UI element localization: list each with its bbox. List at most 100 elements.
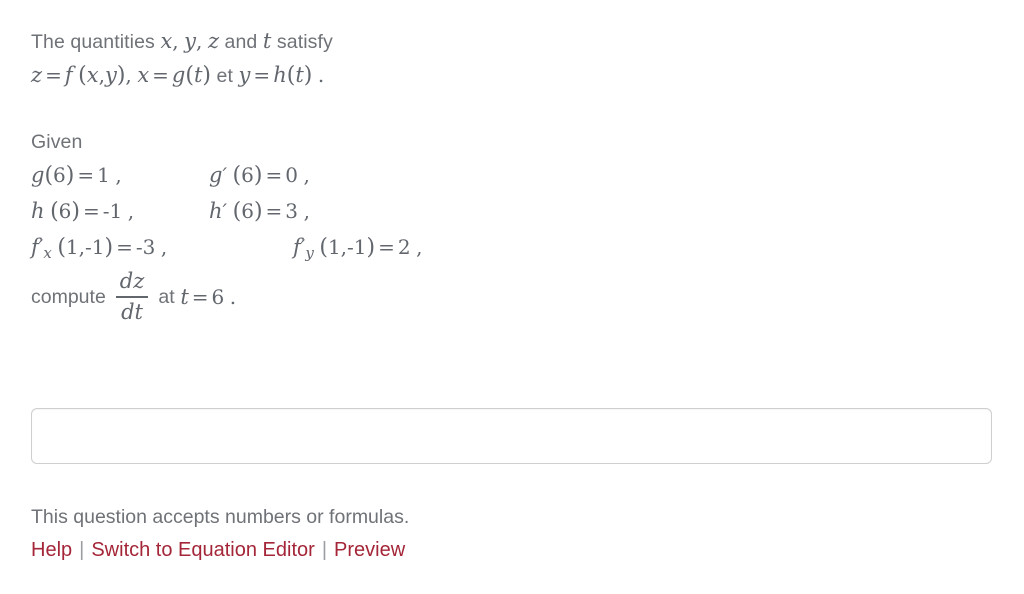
compute-at-value: 6 <box>211 285 225 309</box>
given-row: h (6) = -1 , h′ (6) = 3 , <box>31 193 991 229</box>
math-argument: 1,-1 <box>65 235 105 259</box>
math-arg-x-1: x <box>86 63 99 87</box>
math-x-lhs: x <box>137 63 150 87</box>
action-links-row: Help | Switch to Equation Editor | Preview <box>31 539 405 562</box>
statement-intro-text: The quantities <box>31 31 155 53</box>
math-equals: = <box>265 163 283 187</box>
statement-conjunction: and <box>224 31 258 53</box>
math-arg-t-2: t <box>295 63 304 87</box>
math-subscript: x <box>43 244 52 262</box>
math-argument: 6 <box>241 163 254 187</box>
math-open-paren: ( <box>319 235 328 260</box>
link-separator-1: | <box>79 539 85 561</box>
math-fn-name: g <box>209 163 223 187</box>
math-y-lhs: y <box>238 63 251 87</box>
math-arg-y-1: y <box>104 63 117 87</box>
math-close-paren: ) <box>366 235 376 260</box>
math-open-paren-2: ( <box>185 63 194 88</box>
math-equals: = <box>77 163 95 187</box>
compute-word: compute <box>31 285 106 308</box>
math-equals-1: = <box>45 63 62 87</box>
math-close-paren: ) <box>71 199 80 224</box>
math-value: 1 <box>97 163 110 187</box>
statement-verb: satisfy <box>276 31 333 53</box>
given-equation-right: g′ (6) = 0 , <box>209 157 310 196</box>
math-fn-name: h <box>31 199 45 223</box>
statement-period: . <box>317 63 325 87</box>
math-close-paren: ) <box>253 199 263 224</box>
given-equation-left: h (6) = -1 , <box>31 193 209 232</box>
answer-format-note: This question accepts numbers or formula… <box>31 506 410 528</box>
math-fn-name: g <box>31 163 45 187</box>
math-trailing-comma: , <box>416 235 423 259</box>
math-trailing-comma: , <box>115 163 122 187</box>
math-equals: = <box>265 199 283 223</box>
math-var-z: z <box>207 29 220 53</box>
given-block: Given g(6) = 1 , g′ (6) = 0 , h (6) = -1 , h′ (6… <box>31 128 991 265</box>
math-trailing-comma: , <box>303 163 310 187</box>
math-function-f: f <box>64 63 73 87</box>
math-value: 2 <box>397 235 411 259</box>
math-trailing-comma: , <box>160 235 168 259</box>
math-fn-name: f <box>293 235 301 259</box>
given-equation-left: g(6) = 1 , <box>31 157 209 196</box>
derivative-fraction: dz dt <box>115 268 149 326</box>
compute-at-equals: = <box>191 285 209 309</box>
math-z-lhs: z <box>31 63 43 87</box>
given-equation-right: f′y (1,-1) = 2 , <box>293 229 423 271</box>
math-value: -1 <box>102 199 123 223</box>
math-argument: 6 <box>53 163 66 187</box>
statement-line-2: z = f (x,y), x = g(t) et y = h(t) . <box>31 58 991 92</box>
question-page: The quantities x, y, z and t satisfy z = f… <box>0 0 1024 594</box>
math-close-paren: ) <box>104 235 114 260</box>
math-equals-3: = <box>253 63 271 87</box>
math-close-paren-2: ) <box>202 63 212 88</box>
switch-to-equation-editor-link[interactable]: Switch to Equation Editor <box>91 539 314 561</box>
given-label: Given <box>31 131 83 153</box>
fraction-denominator: dt <box>121 300 143 324</box>
math-var-y: y <box>184 29 197 53</box>
compute-at-variable: t <box>180 285 189 309</box>
math-open-paren: ( <box>232 163 242 188</box>
math-open-paren: ( <box>57 235 66 260</box>
statement-line-1: The quantities x, y, z and t satisfy <box>31 24 991 58</box>
preview-link[interactable]: Preview <box>334 539 405 561</box>
math-equals: = <box>82 199 100 223</box>
compute-at-word: at <box>158 285 175 308</box>
given-equation-right: h′ (6) = 3 , <box>209 193 310 232</box>
math-function-h: h <box>273 63 287 87</box>
statement-et-word: et <box>216 65 234 87</box>
compute-period: . <box>229 285 237 309</box>
fraction-numerator: dz <box>119 269 145 293</box>
math-open-paren: ( <box>44 163 54 188</box>
math-argument: 6 <box>241 199 254 223</box>
math-fn-name: f <box>31 235 39 259</box>
answer-input[interactable] <box>31 408 992 464</box>
math-trailing-comma: , <box>303 199 310 223</box>
math-open-paren: ( <box>232 199 242 224</box>
math-trailing-comma: , <box>127 199 135 223</box>
link-separator-2: | <box>321 539 328 561</box>
math-value: -3 <box>135 235 156 259</box>
math-equals-2: = <box>152 63 169 87</box>
math-value: 0 <box>285 163 298 187</box>
math-value: 3 <box>285 199 299 223</box>
fraction-bar <box>115 296 149 298</box>
math-fn-name: h <box>209 199 223 223</box>
given-row: f′x (1,-1) = -3 , f′y (1,-1) = 2 , <box>31 229 991 265</box>
math-function-g: g <box>171 63 186 87</box>
math-argument: 6 <box>58 199 72 223</box>
question-statement: The quantities x, y, z and t satisfy z = f… <box>31 24 991 92</box>
help-link[interactable]: Help <box>31 539 72 561</box>
math-var-x: x <box>160 29 173 53</box>
math-argument: 1,-1 <box>327 235 367 259</box>
math-equals: = <box>116 235 133 259</box>
math-subscript: y <box>305 244 314 262</box>
given-equation-left: f′x (1,-1) = -3 , <box>31 229 293 271</box>
math-open-paren-1: ( <box>78 63 87 88</box>
given-label-row: Given <box>31 128 991 157</box>
math-equals: = <box>378 235 395 259</box>
math-open-paren: ( <box>50 199 59 224</box>
compute-instruction: compute dz dt at t = 6 . <box>31 268 236 330</box>
given-row: g(6) = 1 , g′ (6) = 0 , <box>31 157 991 193</box>
